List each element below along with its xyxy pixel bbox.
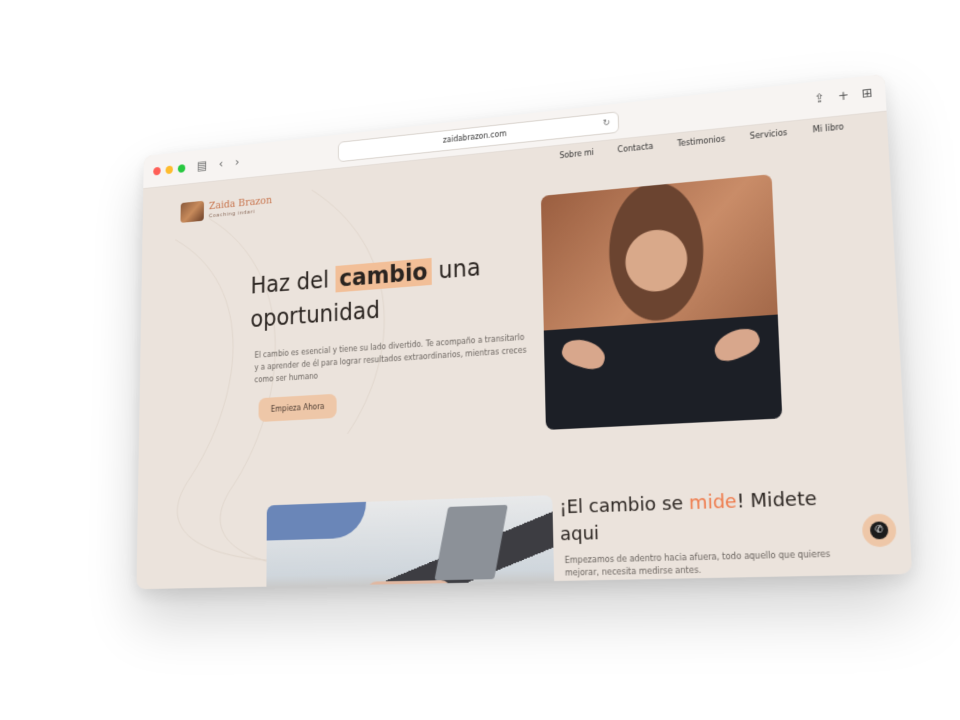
back-icon[interactable]: ‹ <box>219 157 223 171</box>
nav-item-mi-libro[interactable]: Mi libro <box>813 122 845 134</box>
arm-shape <box>266 501 367 541</box>
close-button[interactable] <box>153 166 161 176</box>
hero-title-line2: oportunidad <box>250 296 380 333</box>
nav-item-contacta[interactable]: Contacta <box>617 142 653 154</box>
forward-icon[interactable]: › <box>235 155 240 169</box>
whatsapp-button[interactable]: ✆ <box>861 513 898 548</box>
hand-shape <box>366 579 452 590</box>
nav-item-servicios[interactable]: Servicios <box>750 128 788 141</box>
whatsapp-icon: ✆ <box>869 521 889 540</box>
reload-icon[interactable]: ↻ <box>602 113 611 133</box>
section2-title-accent: mide <box>688 490 738 515</box>
new-tab-icon[interactable]: + <box>838 88 849 103</box>
hand-left <box>559 335 609 373</box>
hero-title-before: Haz del <box>250 266 336 300</box>
section2-description: Empezamos de adentro hacia afuera, todo … <box>564 549 831 578</box>
hero-title-after: una <box>431 253 481 285</box>
laptop-shape <box>434 504 508 581</box>
section2-title-after: ! Midete <box>736 487 818 513</box>
site-logo[interactable]: Zaida Brazon Coaching indari <box>180 194 272 223</box>
window-controls <box>153 163 186 176</box>
nav-item-testimonios[interactable]: Testimonios <box>677 134 725 148</box>
logo-image <box>180 200 205 223</box>
section2-title: ¡El cambio se mide! Midete aqui <box>559 485 819 548</box>
toolbar-actions: ⇪ + ⊞ <box>814 86 873 106</box>
section2-title-line2: aqui <box>559 522 600 546</box>
work-photo <box>266 495 556 590</box>
browser-window: ▤ ‹ › zaidabrazon.com ↻ ⇪ + ⊞ Sobre mi C… <box>136 73 913 590</box>
nav-item-sobre-mi[interactable]: Sobre mi <box>559 148 594 160</box>
share-icon[interactable]: ⇪ <box>814 91 825 106</box>
minimize-button[interactable] <box>165 164 174 174</box>
hero-description: El cambio es esencial y tiene su lado di… <box>254 332 527 385</box>
url-text: zaidabrazon.com <box>442 129 507 145</box>
web-page: Sobre mi Contacta Testimonios Servicios … <box>136 112 912 590</box>
hand-right <box>710 322 764 366</box>
maximize-button[interactable] <box>177 163 186 173</box>
hero-title-highlight: cambio <box>335 257 432 293</box>
section2-title-before: ¡El cambio se <box>559 492 690 519</box>
cta-button[interactable]: Empieza Ahora <box>258 393 337 423</box>
sidebar-icon[interactable]: ▤ <box>197 159 207 174</box>
hero-title: Haz del cambio una oportunidad <box>250 250 481 337</box>
tab-overview-icon[interactable]: ⊞ <box>861 86 873 101</box>
stage: ▤ ‹ › zaidabrazon.com ↻ ⇪ + ⊞ Sobre mi C… <box>0 0 960 720</box>
hero-photo <box>540 174 783 430</box>
